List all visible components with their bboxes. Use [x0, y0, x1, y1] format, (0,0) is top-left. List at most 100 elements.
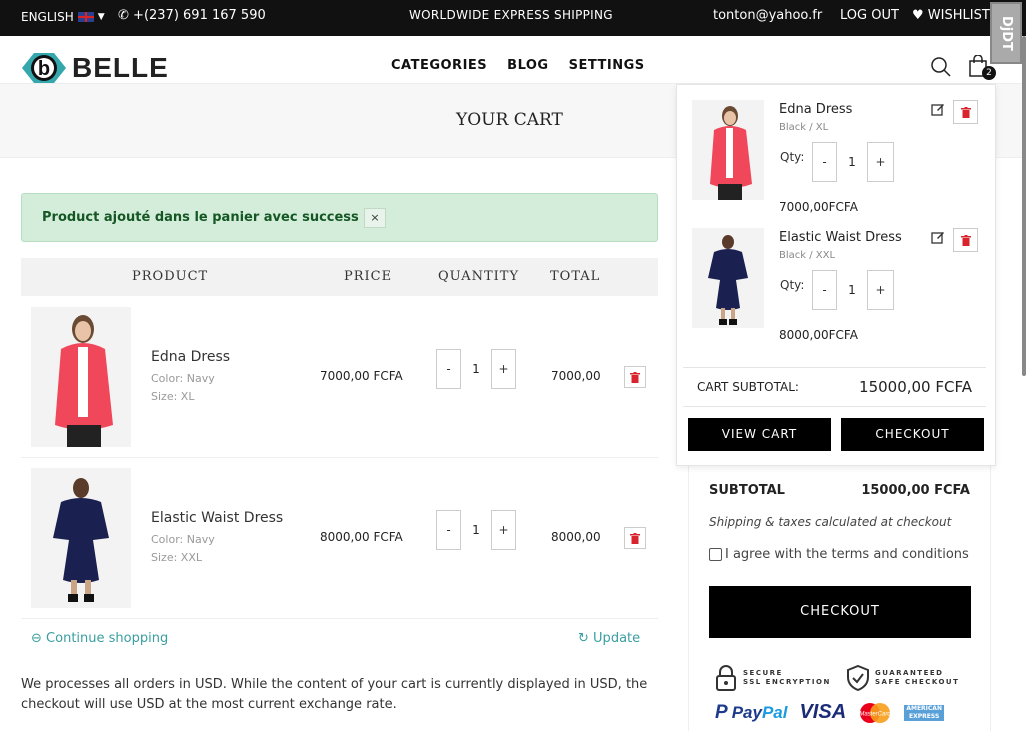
minicart-subtotal-label: CART SUBTOTAL:	[697, 380, 799, 394]
subtotal-label: SUBTOTAL	[709, 483, 785, 498]
logout-link[interactable]: LOG OUT	[840, 8, 899, 23]
edit-icon[interactable]	[931, 230, 945, 244]
trash-icon	[960, 106, 971, 118]
qty-plus-button[interactable]: +	[867, 270, 894, 310]
view-cart-button[interactable]: VIEW CART	[688, 418, 831, 451]
mastercard-text: MasterCard	[859, 711, 891, 717]
qty-plus-button[interactable]: +	[867, 142, 894, 182]
logo-mark-icon: b	[22, 53, 66, 83]
language-label: ENGLISH	[21, 10, 74, 24]
page-scrollbar[interactable]	[1022, 36, 1026, 376]
safe-line-2: SAFE CHECKOUT	[875, 678, 960, 686]
qty-input[interactable]: 1	[837, 283, 867, 297]
phone-contact[interactable]: ✆ +(237) 691 167 590	[118, 8, 266, 23]
terms-agreement[interactable]: I agree with the terms and conditions	[709, 547, 969, 562]
secure-line-1: SECURE	[743, 669, 783, 677]
minicart-dropdown: Edna Dress Black / XL Qty: - 1 + 7000,00…	[676, 84, 996, 466]
minicart-qty-label: Qty:	[780, 278, 805, 292]
minicart-product-image[interactable]	[692, 100, 764, 200]
wishlist-link[interactable]: ♥ WISHLIST	[912, 8, 990, 23]
qty-input[interactable]: 1	[837, 155, 867, 169]
minicart-variant: Black / XXL	[779, 250, 836, 261]
minicart-item: Edna Dress Black / XL Qty: - 1 + 7000,00…	[692, 100, 982, 222]
brand-name: BELLE	[72, 52, 169, 83]
quantity-stepper: - 1 +	[436, 510, 516, 550]
line-total: 8000,00	[551, 530, 601, 544]
qty-plus-button[interactable]: +	[491, 349, 516, 389]
product-name[interactable]: Elastic Waist Dress	[151, 510, 283, 526]
nav-settings[interactable]: SETTINGS	[569, 58, 645, 73]
continue-shopping-link[interactable]: ⊖ Continue shopping	[31, 631, 168, 646]
minicart-subtotal-value: 15000,00 FCFA	[859, 378, 972, 396]
svg-text:b: b	[38, 58, 50, 80]
minicart-variant: Black / XL	[779, 122, 829, 133]
minicart-product-name[interactable]: Elastic Waist Dress	[779, 230, 902, 245]
search-icon[interactable]	[930, 56, 952, 78]
update-label: Update	[593, 631, 641, 646]
amex-line-1: AMERICAN	[906, 704, 942, 712]
top-bar: ENGLISH ▼ ✆ +(237) 691 167 590 WORLDWIDE…	[0, 0, 1026, 36]
product-image[interactable]	[31, 468, 131, 608]
paypal-pal: Pal	[761, 702, 788, 722]
lock-icon	[716, 665, 736, 691]
minicart-product-image[interactable]	[692, 228, 764, 328]
visa-logo: VISA	[799, 701, 847, 723]
minicart-remove-button[interactable]	[953, 100, 978, 124]
col-quantity: QUANTITY	[438, 269, 520, 284]
product-name[interactable]: Edna Dress	[151, 349, 230, 365]
language-selector[interactable]: ENGLISH ▼	[21, 10, 105, 24]
phone-icon: ✆	[118, 8, 129, 23]
minicart-product-name[interactable]: Edna Dress	[779, 102, 852, 117]
product-size: Size: XL	[151, 390, 195, 403]
continue-shopping-label: Continue shopping	[46, 631, 169, 646]
safe-checkout-badge: GUARANTEED SAFE CHECKOUT	[847, 665, 959, 691]
minicart-checkout-button[interactable]: CHECKOUT	[841, 418, 984, 451]
minicart-subtotal: CART SUBTOTAL: 15000,00 FCFA	[683, 367, 986, 407]
edit-icon[interactable]	[931, 102, 945, 116]
qty-plus-button[interactable]: +	[491, 510, 516, 550]
line-total: 7000,00	[551, 369, 601, 383]
minicart-qty-label: Qty:	[780, 150, 805, 164]
qty-minus-button[interactable]: -	[812, 142, 837, 182]
remove-item-button[interactable]	[624, 366, 646, 388]
qty-input[interactable]: 1	[461, 523, 491, 537]
cart-row: Edna Dress Color: Navy Size: XL 7000,00 …	[21, 297, 658, 458]
payment-methods: P PayPal VISA MasterCard AMERICAN EXPRES…	[715, 701, 945, 724]
minicart-price: 7000,00FCFA	[779, 200, 858, 214]
update-cart-link[interactable]: ↻ Update	[578, 631, 640, 646]
nav-blog[interactable]: BLOG	[507, 58, 548, 73]
col-product: PRODUCT	[132, 269, 209, 284]
minicart-quantity-stepper: - 1 +	[812, 142, 894, 182]
minicart-remove-button[interactable]	[953, 228, 978, 252]
subtotal-value: 15000,00 FCFA	[861, 483, 970, 498]
qty-input[interactable]: 1	[461, 362, 491, 376]
site-header: b BELLE CATEGORIES BLOG SETTINGS	[0, 36, 1026, 84]
nav-categories[interactable]: CATEGORIES	[391, 58, 487, 73]
shield-check-icon	[847, 665, 869, 691]
terms-checkbox[interactable]	[709, 548, 722, 561]
qty-minus-button[interactable]: -	[436, 349, 461, 389]
uk-flag-icon	[77, 12, 94, 22]
qty-minus-button[interactable]: -	[812, 270, 837, 310]
minicart-price: 8000,00FCFA	[779, 328, 858, 342]
secure-line-2: SSL ENCRYPTION	[743, 678, 831, 686]
qty-minus-button[interactable]: -	[436, 510, 461, 550]
trash-icon	[630, 532, 640, 544]
brand-logo[interactable]: b BELLE	[20, 50, 169, 86]
product-color: Color: Navy	[151, 372, 215, 385]
caret-down-icon: ▼	[97, 12, 105, 22]
alert-message: Product ajouté dans le panier avec succe…	[42, 210, 370, 225]
ssl-badge: SECURE SSL ENCRYPTION	[715, 665, 831, 691]
amex-line-2: EXPRESS	[909, 712, 940, 720]
shipping-banner: WORLDWIDE EXPRESS SHIPPING	[409, 8, 613, 22]
product-price: 8000,00 FCFA	[320, 530, 403, 544]
col-price: PRICE	[344, 269, 393, 284]
remove-item-button[interactable]	[624, 527, 646, 549]
user-email[interactable]: tonton@yahoo.fr	[713, 8, 822, 23]
page-title: YOUR CART	[456, 110, 563, 130]
wishlist-label: WISHLIST	[927, 8, 990, 23]
checkout-button[interactable]: CHECKOUT	[709, 586, 971, 638]
trash-icon	[630, 371, 640, 383]
alert-close-button[interactable]: ×	[364, 208, 386, 228]
product-image[interactable]	[31, 307, 131, 447]
